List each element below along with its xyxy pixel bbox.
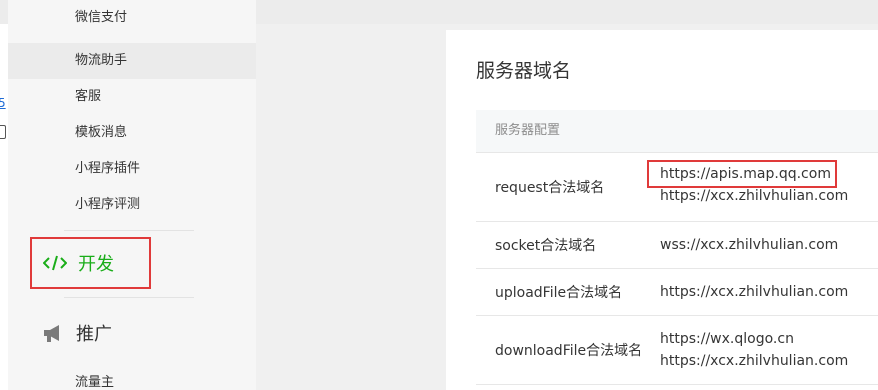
row-values-download: https://wx.qlogo.cn https://xcx.zhilvhul… <box>660 328 848 372</box>
sidebar-item-traffic-owner[interactable]: 流量主 <box>8 365 256 390</box>
section-label-promotion: 推广 <box>76 324 112 345</box>
server-domain-table: 服务器配置 request合法域名 https://apis.map.qq.co… <box>476 110 878 385</box>
domain-value: wss://xcx.zhilvhulian.com <box>660 237 839 253</box>
clipped-checkbox[interactable] <box>0 125 6 139</box>
domain-value: https://xcx.zhilvhulian.com <box>660 353 849 369</box>
sidebar-item-plugins[interactable]: 小程序插件 <box>8 151 256 187</box>
row-values-request: https://apis.map.qq.com https://xcx.zhil… <box>647 160 849 207</box>
content-gutter <box>256 24 446 390</box>
sidebar-divider <box>64 230 194 231</box>
domain-value: https://xcx.zhilvhulian.com <box>660 188 849 204</box>
table-row: downloadFile合法域名 https://wx.qlogo.cn htt… <box>476 316 878 385</box>
sidebar: 微信支付 物流助手 客服 模板消息 小程序插件 小程序评测 开发 推广 流量主 <box>8 0 256 390</box>
sidebar-item-wechat-pay[interactable]: 微信支付 <box>8 6 256 30</box>
main-panel: 服务器域名 服务器配置 request合法域名 https://apis.map… <box>446 30 878 390</box>
table-header: 服务器配置 <box>476 110 878 153</box>
sidebar-item-logistics[interactable]: 物流助手 <box>8 43 256 79</box>
sidebar-section-promotion[interactable]: 推广 <box>30 307 150 359</box>
page-title: 服务器域名 <box>476 60 572 82</box>
sidebar-divider <box>64 297 194 298</box>
sidebar-item-template-message[interactable]: 模板消息 <box>8 115 256 151</box>
table-row: request合法域名 https://apis.map.qq.com http… <box>476 153 878 222</box>
table-row: socket合法域名 wss://xcx.zhilvhulian.com <box>476 222 878 269</box>
sidebar-section-develop[interactable]: 开发 <box>30 237 151 289</box>
domain-value: https://xcx.zhilvhulian.com <box>660 284 849 300</box>
clipped-link[interactable]: 5 <box>0 96 6 110</box>
sidebar-item-customer-service[interactable]: 客服 <box>8 79 256 115</box>
code-icon <box>32 254 78 272</box>
row-key-download: downloadFile合法域名 <box>495 343 643 359</box>
sidebar-item-evaluation[interactable]: 小程序评测 <box>8 187 256 223</box>
row-values-upload: https://xcx.zhilvhulian.com <box>660 281 848 303</box>
row-key-upload: uploadFile合法域名 <box>495 285 623 301</box>
left-window-edge: 5 <box>0 24 8 390</box>
row-key-socket: socket合法域名 <box>495 238 597 254</box>
highlight-box <box>647 160 837 188</box>
row-key-request: request合法域名 <box>495 180 605 196</box>
megaphone-icon <box>30 323 76 343</box>
section-label-develop: 开发 <box>78 254 114 275</box>
domain-value: https://wx.qlogo.cn <box>660 331 794 347</box>
table-row: uploadFile合法域名 https://xcx.zhilvhulian.c… <box>476 269 878 316</box>
row-values-socket: wss://xcx.zhilvhulian.com <box>660 234 838 256</box>
